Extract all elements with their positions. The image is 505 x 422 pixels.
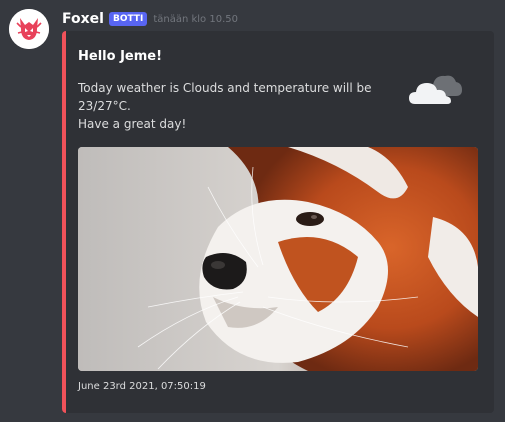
message-header: Foxel BOTTI tänään klo 10.50 bbox=[62, 9, 238, 29]
username[interactable]: Foxel bbox=[62, 11, 104, 27]
fox-logo-icon bbox=[9, 9, 49, 49]
embed-title: Hello Jeme! bbox=[78, 49, 163, 64]
chat-message: Foxel BOTTI tänään klo 10.50 Hello Jeme!… bbox=[0, 0, 505, 422]
embed-image[interactable] bbox=[78, 147, 478, 371]
red-panda-photo bbox=[78, 147, 478, 371]
bot-tag: BOTTI bbox=[108, 12, 148, 26]
embed-footer: June 23rd 2021, 07:50:19 bbox=[78, 381, 206, 392]
embed: Hello Jeme! Today weather is Clouds and … bbox=[62, 31, 494, 413]
embed-accent-bar bbox=[62, 31, 66, 413]
message-timestamp: tänään klo 10.50 bbox=[153, 13, 238, 25]
bot-avatar[interactable] bbox=[9, 9, 49, 49]
embed-description-line: Today weather is Clouds and temperature … bbox=[78, 81, 372, 113]
cloud-icon bbox=[409, 75, 462, 104]
embed-description-line: Have a great day! bbox=[78, 117, 187, 131]
embed-description: Today weather is Clouds and temperature … bbox=[78, 79, 378, 133]
embed-thumbnail[interactable] bbox=[406, 69, 466, 109]
